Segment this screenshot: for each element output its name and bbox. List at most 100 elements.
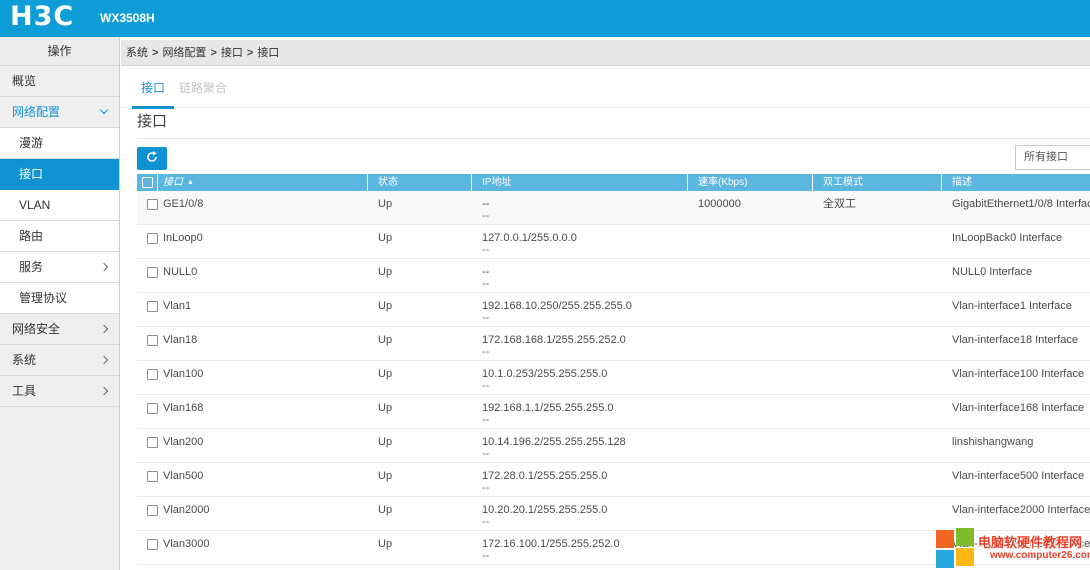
app-window: H3C WX3508H 操作 概览 网络配置 漫游 接口 VLAN 路由 服务 …	[0, 0, 1090, 570]
cell-status: Up	[368, 293, 472, 326]
row-select-cell	[137, 259, 158, 292]
sidebar-item-label: 网络配置	[0, 97, 60, 127]
sidebar-item-管理协议[interactable]: 管理协议	[0, 283, 119, 314]
row-checkbox[interactable]	[147, 267, 158, 278]
row-select-cell	[137, 327, 158, 360]
cell-speed	[688, 497, 813, 530]
row-checkbox[interactable]	[147, 233, 158, 244]
sidebar-item-工具[interactable]: 工具	[0, 376, 119, 407]
chevron-right-icon	[100, 263, 108, 271]
chevron-right-icon	[100, 356, 108, 364]
cell-status: Up	[368, 497, 472, 530]
breadcrumb-item-网络配置[interactable]: 网络配置	[162, 47, 206, 59]
row-select-cell	[137, 429, 158, 462]
row-select-cell	[137, 463, 158, 496]
cell-description: InLoopBack0 Interface	[942, 225, 1090, 258]
cell-speed	[688, 395, 813, 428]
row-checkbox[interactable]	[147, 505, 158, 516]
sidebar-item-label: 漫游	[0, 128, 43, 158]
cell-ip: 10.14.196.2/255.255.255.128--	[472, 429, 688, 462]
cell-interface: Vlan3000	[158, 531, 368, 564]
sidebar-item-漫游[interactable]: 漫游	[0, 128, 119, 159]
column-header-status[interactable]: 状态	[368, 174, 472, 191]
cell-speed	[688, 531, 813, 564]
table-header-row: 接口▲ 状态 IP地址 速率(Kbps) 双工模式 描述	[137, 174, 1090, 191]
cell-ip: 10.20.20.1/255.255.255.0--	[472, 497, 688, 530]
cell-ip: 192.168.1.1/255.255.255.0--	[472, 395, 688, 428]
select-all-cell	[137, 174, 158, 191]
sidebar-item-label: 服务	[0, 252, 43, 282]
table-row: NULL0 Up ---- NULL0 Interface	[137, 259, 1090, 293]
interface-filter-dropdown[interactable]: 所有接口	[1015, 145, 1090, 170]
sidebar-item-路由[interactable]: 路由	[0, 221, 119, 252]
row-checkbox[interactable]	[147, 471, 158, 482]
row-select-cell	[137, 191, 158, 224]
table-row: Vlan100 Up 10.1.0.253/255.255.255.0-- Vl…	[137, 361, 1090, 395]
select-all-checkbox[interactable]	[142, 177, 153, 188]
row-checkbox[interactable]	[147, 335, 158, 346]
tab-link-aggregation[interactable]: 链路聚合	[179, 79, 227, 96]
sidebar-item-VLAN[interactable]: VLAN	[0, 190, 119, 221]
cell-ip: 172.16.100.1/255.255.252.0--	[472, 531, 688, 564]
breadcrumb: 系统>网络配置>接口>接口	[121, 40, 1090, 66]
sidebar-item-系统[interactable]: 系统	[0, 345, 119, 376]
cell-status: Up	[368, 191, 472, 224]
column-header-speed[interactable]: 速率(Kbps)	[688, 174, 813, 191]
cell-status: Up	[368, 429, 472, 462]
cell-speed	[688, 429, 813, 462]
cell-interface: Vlan100	[158, 361, 368, 394]
sidebar-item-label: 路由	[0, 221, 43, 251]
column-header-duplex[interactable]: 双工模式	[813, 174, 942, 191]
row-checkbox[interactable]	[147, 199, 158, 210]
cell-description: Vlan-interface18 Interface	[942, 327, 1090, 360]
sidebar-item-label: 系统	[0, 345, 36, 375]
breadcrumb-item-系统[interactable]: 系统	[126, 47, 148, 59]
cell-speed	[688, 225, 813, 258]
column-header-interface[interactable]: 接口▲	[158, 174, 368, 191]
cell-duplex	[813, 429, 942, 462]
row-checkbox[interactable]	[147, 369, 158, 380]
cell-interface: GE1/0/8	[158, 191, 368, 224]
cell-speed	[688, 361, 813, 394]
sidebar-item-服务[interactable]: 服务	[0, 252, 119, 283]
watermark-logo-icon	[936, 528, 976, 568]
cell-status: Up	[368, 361, 472, 394]
cell-status: Up	[368, 225, 472, 258]
column-header-description[interactable]: 描述	[942, 174, 1090, 191]
sidebar-item-label: VLAN	[0, 190, 50, 220]
sidebar-item-label: 接口	[0, 159, 43, 189]
cell-duplex	[813, 293, 942, 326]
breadcrumb-separator: >	[247, 47, 253, 59]
table-row: GE1/0/8 Up ---- 1000000 全双工 GigabitEther…	[137, 191, 1090, 225]
cell-interface: NULL0	[158, 259, 368, 292]
cell-speed	[688, 463, 813, 496]
sidebar-item-label: 管理协议	[0, 283, 67, 313]
cell-speed	[688, 259, 813, 292]
table-row: Vlan1 Up 192.168.10.250/255.255.255.0-- …	[137, 293, 1090, 327]
breadcrumb-separator: >	[210, 47, 216, 59]
row-checkbox[interactable]	[147, 403, 158, 414]
row-checkbox[interactable]	[147, 539, 158, 550]
cell-ip: ----	[472, 191, 688, 224]
refresh-button[interactable]	[137, 147, 167, 170]
sidebar-item-网络安全[interactable]: 网络安全	[0, 314, 119, 345]
row-checkbox[interactable]	[147, 437, 158, 448]
device-model: WX3508H	[100, 11, 155, 25]
tab-interface[interactable]: 接口	[141, 79, 165, 96]
main-content: 系统>网络配置>接口>接口 接口 链路聚合 接口 所有接口 接口▲ 状态 IP地…	[121, 37, 1090, 570]
sidebar-item-网络配置[interactable]: 网络配置	[0, 97, 119, 128]
sidebar-item-接口[interactable]: 接口	[0, 159, 119, 190]
cell-status: Up	[368, 463, 472, 496]
cell-ip: 127.0.0.1/255.0.0.0--	[472, 225, 688, 258]
row-checkbox[interactable]	[147, 301, 158, 312]
sidebar-item-概览[interactable]: 概览	[0, 66, 119, 97]
cell-interface: Vlan2000	[158, 497, 368, 530]
breadcrumb-item-接口[interactable]: 接口	[257, 47, 279, 59]
breadcrumb-item-接口[interactable]: 接口	[221, 47, 243, 59]
column-header-ip[interactable]: IP地址	[472, 174, 688, 191]
cell-interface: Vlan1	[158, 293, 368, 326]
cell-ip: 192.168.10.250/255.255.255.0--	[472, 293, 688, 326]
sidebar: 操作 概览 网络配置 漫游 接口 VLAN 路由 服务 管理协议 网络安全 系统…	[0, 37, 120, 570]
row-select-cell	[137, 531, 158, 564]
sidebar-item-label: 工具	[0, 376, 36, 406]
